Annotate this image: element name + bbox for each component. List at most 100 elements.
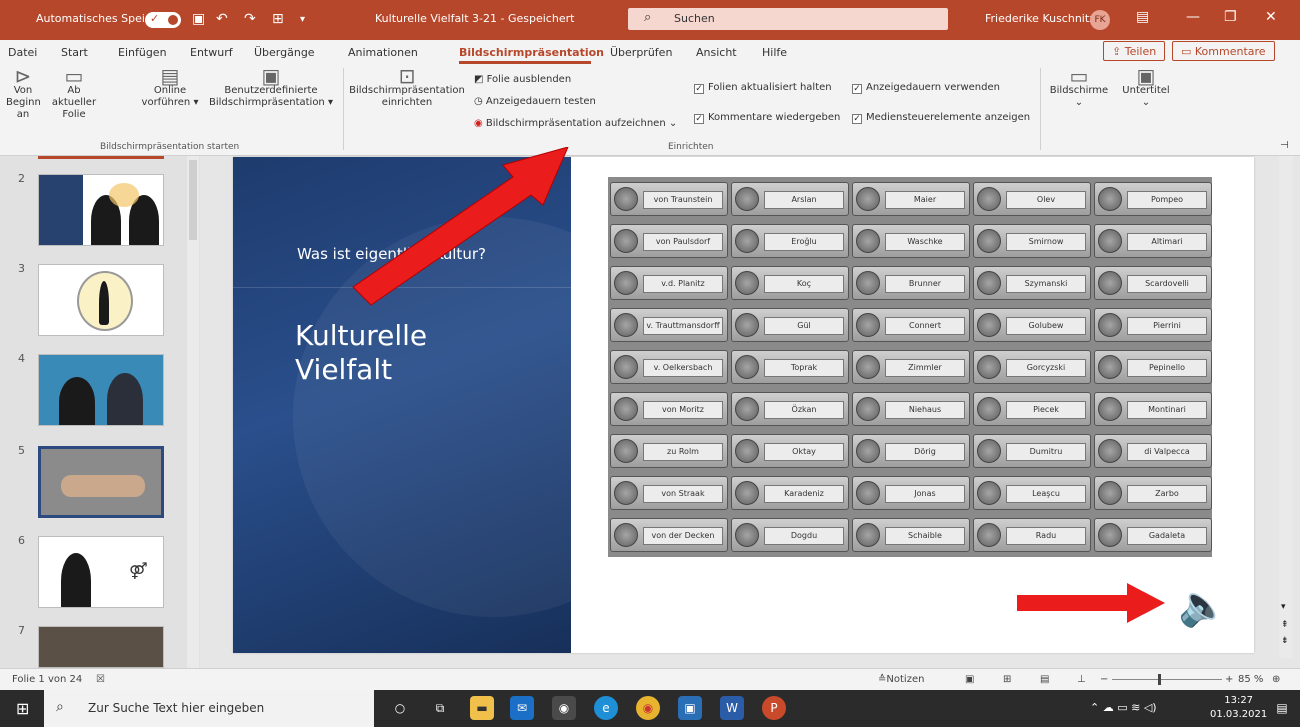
doorbell-row: v. Trauttmansdorff Gül Connert Golubew Pierr…: [608, 305, 1212, 345]
speaker-icon[interactable]: 🔈: [1178, 582, 1228, 629]
doorbell-name: v. Oelkersbach: [643, 359, 723, 377]
reading-view-icon[interactable]: ▤: [1040, 674, 1049, 685]
redo-icon[interactable]: ↷: [244, 11, 256, 27]
share-button[interactable]: ⇪ Teilen: [1103, 41, 1166, 61]
rehearse-timings-button[interactable]: ◷ Anzeigedauern testen: [474, 96, 596, 107]
show-media-checkbox[interactable]: ✓ Mediensteuerelemente anzeigen: [852, 112, 1030, 124]
slide-thumbnail-4[interactable]: [38, 354, 164, 426]
slide-thumbnail-2[interactable]: [38, 174, 164, 246]
monitors-button[interactable]: ▭ Bildschirme ⌄: [1046, 66, 1112, 109]
accessibility-icon[interactable]: ☒: [96, 674, 105, 685]
notification-icon[interactable]: ▤: [1270, 696, 1294, 720]
play-narrations-checkbox[interactable]: ✓ Kommentare wiedergeben: [694, 112, 840, 124]
normal-view-icon[interactable]: ▣: [965, 674, 974, 685]
tab-ansicht[interactable]: Ansicht: [696, 46, 737, 59]
customize-qa-icon[interactable]: ▾: [300, 14, 305, 25]
slide-thumbnail-6[interactable]: ⚤: [38, 536, 164, 608]
subtitles-icon: ▣: [1136, 64, 1156, 88]
doorbell-row: von Paulsdorf Eroğlu Waschke Smirnow Altimar…: [608, 221, 1212, 261]
scroll-down-icon[interactable]: ▾: [1281, 602, 1286, 612]
present-icon[interactable]: ⊞: [272, 11, 284, 27]
doorbell-photo[interactable]: von Traunstein Arslan Maier Olev Pompeo von P…: [608, 177, 1212, 557]
camera-icon[interactable]: ◉: [552, 696, 576, 720]
from-current-button[interactable]: ▭ Ab aktueller Folie: [46, 66, 102, 121]
zoom-in-icon[interactable]: +: [1225, 674, 1233, 685]
slide-sorter-icon[interactable]: ⊞: [1003, 674, 1011, 685]
fit-slide-icon[interactable]: ⊕: [1272, 674, 1280, 685]
slide-thumbnail-panel: 2 3 4 5 6 ⚤ 7: [0, 156, 200, 668]
use-timings-checkbox[interactable]: ✓ Anzeigedauern verwenden: [852, 82, 1000, 94]
user-name[interactable]: Friederike Kuschnitzki: [985, 12, 1104, 25]
tab-hilfe[interactable]: Hilfe: [762, 46, 787, 59]
keep-updated-checkbox[interactable]: ✓ Folien aktualisiert halten: [694, 82, 832, 94]
zoom-level[interactable]: 85 %: [1238, 674, 1263, 685]
doorbell-plate: Montinari: [1094, 392, 1212, 426]
tab-datei[interactable]: Datei: [8, 46, 37, 59]
zoom-slider[interactable]: [1112, 679, 1222, 680]
tab-bildschirmpraesentation[interactable]: Bildschirmpräsentation: [459, 46, 604, 59]
slide-scrollbar[interactable]: ▾ ⇞ ⇟: [1279, 156, 1293, 658]
comments-button[interactable]: ▭ Kommentare: [1172, 41, 1275, 61]
slide-thumbnail-3[interactable]: [38, 264, 164, 336]
doorbell-button-icon: [977, 229, 1001, 253]
tab-einfuegen[interactable]: Einfügen: [118, 46, 167, 59]
doorbell-button-icon: [856, 355, 880, 379]
save-icon[interactable]: ▣: [192, 11, 205, 27]
close-icon[interactable]: ✕: [1265, 9, 1277, 25]
notes-button[interactable]: ≙Notizen: [878, 674, 924, 685]
powerpoint-icon[interactable]: P: [762, 696, 786, 720]
search-box[interactable]: ⌕ Suchen: [628, 8, 948, 30]
doorbell-plate: Jonas: [852, 476, 970, 510]
chrome-icon[interactable]: ◉: [636, 696, 660, 720]
file-explorer-icon[interactable]: ▬: [470, 696, 494, 720]
online-label-1: Online: [153, 85, 187, 96]
tab-entwurf[interactable]: Entwurf: [190, 46, 233, 59]
minimize-icon[interactable]: —: [1186, 9, 1200, 25]
slide-title[interactable]: Kulturelle Vielfalt: [295, 319, 555, 387]
clock[interactable]: 13:27 01.03.2021: [1210, 694, 1267, 722]
ribbon-display-icon[interactable]: ▤: [1136, 9, 1149, 25]
slideshow-view-icon[interactable]: ⊥: [1077, 674, 1086, 685]
doorbell-button-icon: [614, 355, 638, 379]
online-label-2: vorführen: [141, 97, 191, 108]
thumbnail-scrollbar[interactable]: [187, 156, 199, 668]
edge-icon[interactable]: e: [594, 696, 618, 720]
windows-start-icon[interactable]: ⊞: [16, 699, 29, 718]
restore-icon[interactable]: ❐: [1224, 9, 1237, 25]
tab-ueberpruefen[interactable]: Überprüfen: [610, 46, 672, 59]
search-placeholder: Suchen: [674, 12, 715, 25]
slide-canvas[interactable]: Was ist eigentlich Kultur? Kulturelle Vi…: [233, 146, 1254, 653]
setup-show-button[interactable]: ⊡ Bildschirmpräsentation einrichten: [348, 66, 466, 109]
slide-thumbnail-7[interactable]: [38, 626, 164, 668]
taskbar-search[interactable]: ⌕ Zur Suche Text hier eingeben: [44, 690, 374, 727]
autosave-toggle[interactable]: ✓: [145, 12, 181, 28]
record-show-button[interactable]: ◉ Bildschirmpräsentation aufzeichnen ⌄: [474, 118, 677, 129]
undo-icon[interactable]: ↶: [216, 11, 228, 27]
hide-slide-button[interactable]: ◩ Folie ausblenden: [474, 74, 571, 85]
document-title[interactable]: Kulturelle Vielfalt 3-21 - Gespeichert: [375, 12, 574, 25]
tab-uebergaenge[interactable]: Übergänge: [254, 46, 315, 59]
tab-start[interactable]: Start: [61, 46, 88, 59]
collapse-ribbon-icon[interactable]: ⊣: [1280, 140, 1289, 151]
avatar[interactable]: FK: [1090, 10, 1110, 30]
zoom-out-icon[interactable]: −: [1100, 674, 1108, 685]
task-view-icon[interactable]: ⧉: [428, 696, 452, 720]
slide-thumbnail-5[interactable]: [38, 446, 164, 518]
system-tray[interactable]: ⌃ ☁ ▭ ≋ ◁): [1090, 696, 1210, 720]
zoom-slider-thumb[interactable]: [1158, 674, 1161, 685]
image-viewer-icon[interactable]: ▣: [678, 696, 702, 720]
next-slide-icon[interactable]: ⇟: [1281, 636, 1289, 646]
doorbell-button-icon: [735, 439, 759, 463]
doorbell-plate: Pierrini: [1094, 308, 1212, 342]
custom-show-button[interactable]: ▣ Benutzerdefinierte Bildschirmpräsentat…: [206, 66, 336, 109]
cortana-icon[interactable]: ○: [388, 696, 412, 720]
doorbell-plate: Dogdu: [731, 518, 849, 552]
mail-icon[interactable]: ✉: [510, 696, 534, 720]
from-start-button[interactable]: ⊳ Von Beginn an: [6, 66, 41, 121]
online-present-button[interactable]: ▤ Online vorführen ▾: [140, 66, 200, 109]
word-icon[interactable]: W: [720, 696, 744, 720]
previous-slide-icon[interactable]: ⇞: [1281, 620, 1289, 630]
doorbell-button-icon: [614, 271, 638, 295]
tab-animationen[interactable]: Animationen: [348, 46, 418, 59]
subtitles-button[interactable]: ▣ Untertitel ⌄: [1118, 64, 1174, 109]
